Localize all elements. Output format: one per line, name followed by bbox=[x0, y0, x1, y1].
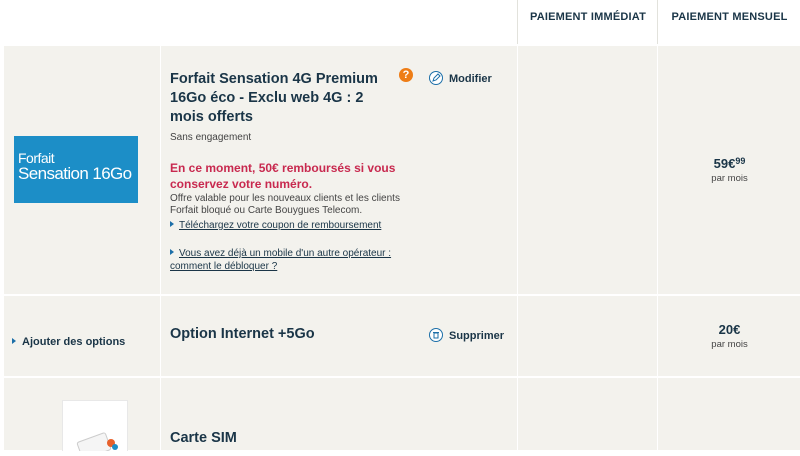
plan-immediate-price-cell bbox=[517, 46, 658, 294]
sim-immediate-price-cell bbox=[517, 378, 658, 450]
modify-label: Modifier bbox=[449, 73, 492, 85]
remove-button[interactable]: Supprimer bbox=[429, 328, 504, 342]
promo-text: En ce moment, 50€ remboursés si vous con… bbox=[170, 161, 396, 191]
option-price-period: par mois bbox=[711, 339, 748, 350]
add-options-cell: Ajouter des options bbox=[4, 296, 159, 376]
pencil-icon bbox=[429, 71, 443, 85]
plan-price-amount: 59€99 bbox=[658, 156, 800, 171]
help-icon[interactable]: ? bbox=[399, 68, 413, 82]
sim-card-image bbox=[62, 400, 128, 456]
unlock-link-label: Vous avez déjà un mobile d'un autre opér… bbox=[170, 248, 392, 272]
unlock-phone-link[interactable]: Vous avez déjà un mobile d'un autre opér… bbox=[170, 247, 430, 273]
plan-logo-cell: Forfait Sensation 16Go bbox=[4, 46, 159, 294]
arrow-right-icon bbox=[170, 249, 174, 255]
sim-details-cell: Carte SIM bbox=[160, 378, 518, 450]
arrow-right-icon bbox=[12, 338, 16, 344]
plan-monthly-price: 59€99 par mois bbox=[658, 156, 800, 184]
option-immediate-price-cell bbox=[517, 296, 658, 376]
sim-monthly-price-cell bbox=[657, 378, 800, 450]
sim-card-icon bbox=[76, 432, 118, 456]
offer-conditions: Offre valable pour les nouveaux clients … bbox=[170, 193, 400, 216]
commitment-text: Sans engagement bbox=[170, 132, 252, 143]
price-cents: 99 bbox=[735, 156, 746, 166]
coupon-link[interactable]: Téléchargez votre coupon de remboursemen… bbox=[170, 220, 381, 231]
plan-row: Forfait Sensation 16Go Forfait Sensation… bbox=[4, 46, 800, 294]
sim-row: Carte SIM bbox=[4, 378, 800, 456]
trash-icon bbox=[429, 328, 443, 342]
add-options-link[interactable]: Ajouter des options bbox=[12, 336, 125, 348]
option-details-cell: Option Internet +5Go Supprimer bbox=[160, 296, 518, 376]
arrow-right-icon bbox=[170, 221, 174, 227]
coupon-link-label: Téléchargez votre coupon de remboursemen… bbox=[179, 220, 382, 231]
price-euros: 59€ bbox=[713, 156, 736, 171]
option-monthly-price: 20€ par mois bbox=[658, 322, 800, 350]
plan-monthly-price-cell: 59€99 par mois bbox=[657, 46, 800, 294]
option-price-amount: 20€ bbox=[718, 322, 741, 337]
plan-logo-line2: Sensation 16Go bbox=[18, 164, 132, 183]
column-header-immediate: PAIEMENT IMMÉDIAT bbox=[517, 0, 658, 44]
sim-title: Carte SIM bbox=[170, 430, 237, 446]
modify-button[interactable]: Modifier bbox=[429, 71, 492, 85]
table-header: PAIEMENT IMMÉDIAT PAIEMENT MENSUEL bbox=[0, 0, 800, 44]
plan-details-cell: Forfait Sensation 4G Premium 16Go éco - … bbox=[160, 46, 518, 294]
option-title: Option Internet +5Go bbox=[170, 326, 315, 342]
price-period: par mois bbox=[711, 173, 748, 184]
column-header-monthly: PAIEMENT MENSUEL bbox=[657, 0, 800, 44]
plan-title: Forfait Sensation 4G Premium 16Go éco - … bbox=[170, 71, 378, 125]
sim-image-cell bbox=[4, 378, 159, 456]
option-monthly-price-cell: 20€ par mois bbox=[657, 296, 800, 376]
plan-logo: Forfait Sensation 16Go bbox=[14, 136, 138, 203]
remove-label: Supprimer bbox=[449, 330, 505, 342]
option-row: Ajouter des options Option Internet +5Go… bbox=[4, 296, 800, 376]
add-options-label: Ajouter des options bbox=[22, 336, 126, 348]
